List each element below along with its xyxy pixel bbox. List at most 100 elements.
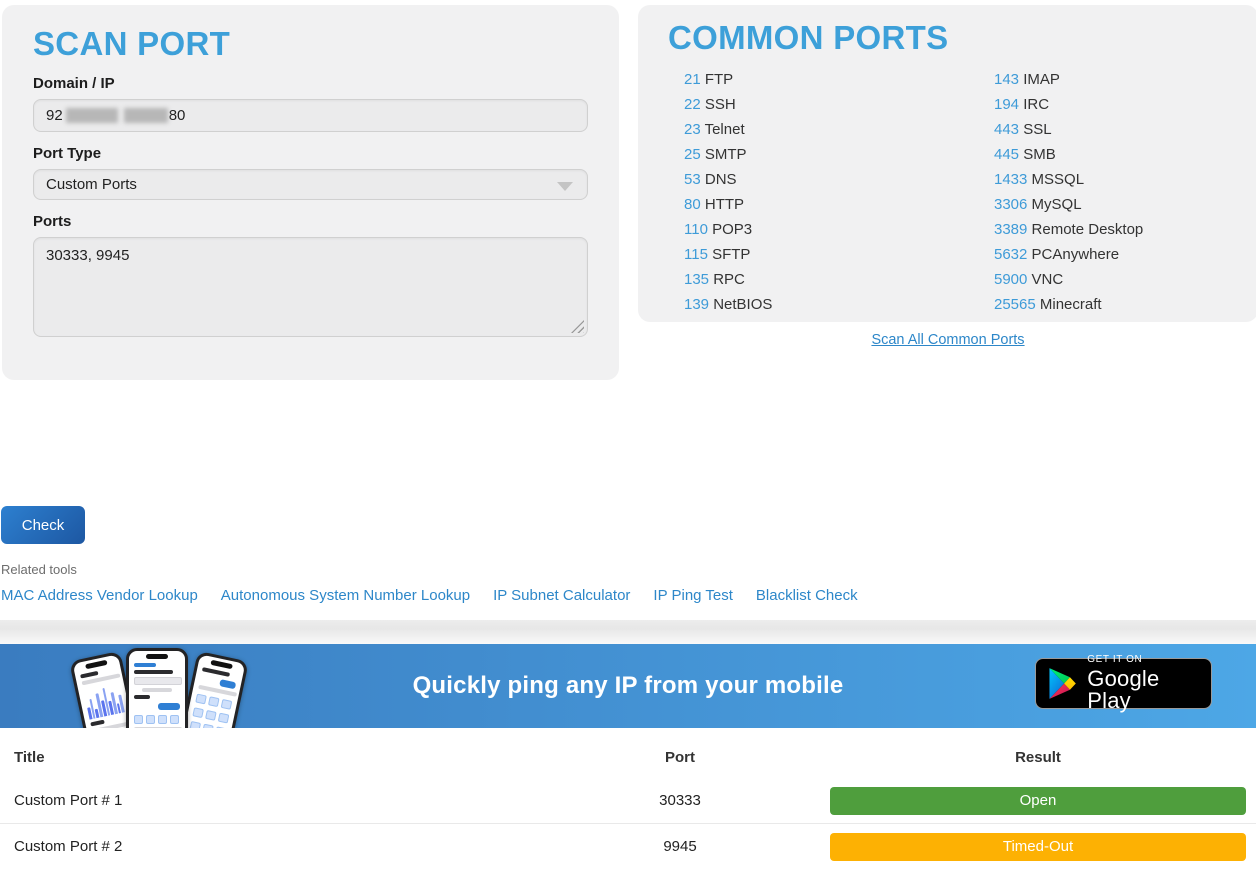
mobile-app-banner: Quickly ping any IP from your mobile <box>0 644 1256 728</box>
common-port-number-link[interactable]: 25565 <box>994 296 1036 313</box>
domain-ip-value-suffix: 80 <box>169 100 186 131</box>
common-port-name: HTTP <box>705 196 744 213</box>
related-tools-label: Related tools <box>1 562 77 577</box>
common-port-item: 445 SMB <box>994 142 1228 167</box>
common-port-number-link[interactable]: 3389 <box>994 221 1027 238</box>
common-port-item: 1433 MSSQL <box>994 167 1228 192</box>
common-port-name: SFTP <box>712 246 750 263</box>
common-port-number-link[interactable]: 5900 <box>994 271 1027 288</box>
domain-ip-value-prefix: 92 <box>46 100 63 131</box>
common-port-number-link[interactable]: 80 <box>684 196 701 213</box>
common-ports-column-2: 143 IMAP194 IRC443 SSL445 SMB1433 MSSQL3… <box>948 67 1228 317</box>
common-port-item: 194 IRC <box>994 92 1228 117</box>
badge-google-play: Google Play <box>1087 668 1199 712</box>
row-port: 9945 <box>620 833 740 861</box>
redacted-block <box>66 108 118 123</box>
results-table: Title Port Result Custom Port # 1 30333 … <box>0 737 1256 875</box>
common-port-item: 25 SMTP <box>684 142 948 167</box>
common-port-number-link[interactable]: 3306 <box>994 196 1027 213</box>
common-port-name: MySQL <box>1032 196 1082 213</box>
common-port-number-link[interactable]: 139 <box>684 296 709 313</box>
domain-ip-input[interactable]: 92 80 <box>33 99 588 132</box>
scan-port-title: SCAN PORT <box>33 25 588 63</box>
port-type-selected-value: Custom Ports <box>46 169 137 200</box>
resize-grip-icon[interactable] <box>571 320 584 333</box>
related-tool-link[interactable]: IP Subnet Calculator <box>493 587 630 604</box>
related-tools-links: MAC Address Vendor Lookup Autonomous Syst… <box>1 587 858 604</box>
common-port-number-link[interactable]: 143 <box>994 71 1019 88</box>
row-divider <box>0 823 1256 824</box>
common-port-number-link[interactable]: 5632 <box>994 246 1027 263</box>
common-ports-title: COMMON PORTS <box>668 19 1228 57</box>
common-port-name: SSH <box>705 96 736 113</box>
common-port-number-link[interactable]: 23 <box>684 121 701 138</box>
related-tool-link[interactable]: Autonomous System Number Lookup <box>221 587 470 604</box>
phone-notch <box>210 660 233 669</box>
common-port-number-link[interactable]: 53 <box>684 171 701 188</box>
common-port-name: NetBIOS <box>713 296 772 313</box>
common-port-number-link[interactable]: 22 <box>684 96 701 113</box>
status-badge: Timed-Out <box>830 833 1246 861</box>
common-port-item: 3389 Remote Desktop <box>994 217 1228 242</box>
row-title: Custom Port # 2 <box>14 833 122 861</box>
port-type-select[interactable]: Custom Ports <box>33 169 588 200</box>
common-port-item: 135 RPC <box>684 267 948 292</box>
domain-ip-label: Domain / IP <box>33 75 588 92</box>
common-port-number-link[interactable]: 135 <box>684 271 709 288</box>
related-tool-link[interactable]: IP Ping Test <box>653 587 733 604</box>
common-port-number-link[interactable]: 194 <box>994 96 1019 113</box>
common-port-name: Remote Desktop <box>1032 221 1144 238</box>
common-port-number-link[interactable]: 445 <box>994 146 1019 163</box>
common-ports-card: COMMON PORTS 21 FTP22 SSH23 Telnet25 SMT… <box>638 5 1256 322</box>
related-tool-link[interactable]: MAC Address Vendor Lookup <box>1 587 198 604</box>
common-port-name: DNS <box>705 171 737 188</box>
page: SCAN PORT Domain / IP 92 80 Port Type Cus… <box>0 0 1256 875</box>
common-port-item: 115 SFTP <box>684 242 948 267</box>
common-port-name: MSSQL <box>1032 171 1085 188</box>
common-port-number-link[interactable]: 443 <box>994 121 1019 138</box>
common-port-item: 3306 MySQL <box>994 192 1228 217</box>
google-play-badge[interactable]: GET IT ON Google Play <box>1035 658 1212 709</box>
common-port-name: VNC <box>1032 271 1064 288</box>
common-ports-list: 21 FTP22 SSH23 Telnet25 SMTP53 DNS80 HTT… <box>668 67 1228 317</box>
scan-all-common-ports-link[interactable]: Scan All Common Ports <box>871 332 1024 348</box>
phone-mockup-dns <box>126 648 188 728</box>
common-port-number-link[interactable]: 25 <box>684 146 701 163</box>
common-port-number-link[interactable]: 110 <box>684 221 708 238</box>
common-port-item: 22 SSH <box>684 92 948 117</box>
common-port-item: 23 Telnet <box>684 117 948 142</box>
related-tool-link[interactable]: Blacklist Check <box>756 587 858 604</box>
common-port-name: FTP <box>705 71 733 88</box>
check-button[interactable]: Check <box>1 506 85 544</box>
common-port-item: 21 FTP <box>684 67 948 92</box>
status-badge: Open <box>830 787 1246 815</box>
google-play-icon <box>1048 666 1077 701</box>
common-port-item: 80 HTTP <box>684 192 948 217</box>
common-port-name: SMB <box>1023 146 1056 163</box>
common-port-name: SSL <box>1023 121 1051 138</box>
phone-notch <box>146 654 168 659</box>
col-header-port: Port <box>620 749 740 766</box>
ports-textarea[interactable]: 30333, 9945 <box>33 237 588 337</box>
common-port-number-link[interactable]: 21 <box>684 71 701 88</box>
port-type-label: Port Type <box>33 145 588 162</box>
col-header-title: Title <box>14 749 45 766</box>
common-port-item: 53 DNS <box>684 167 948 192</box>
scan-port-card: SCAN PORT Domain / IP 92 80 Port Type Cus… <box>2 5 619 380</box>
common-port-name: SMTP <box>705 146 747 163</box>
col-header-result: Result <box>830 749 1246 766</box>
common-port-item: 5632 PCAnywhere <box>994 242 1228 267</box>
ports-label: Ports <box>33 213 588 230</box>
common-port-number-link[interactable]: 115 <box>684 246 708 263</box>
common-ports-column-1: 21 FTP22 SSH23 Telnet25 SMTP53 DNS80 HTT… <box>668 67 948 317</box>
row-port: 30333 <box>620 787 740 815</box>
section-divider <box>0 620 1256 644</box>
common-port-name: IMAP <box>1023 71 1060 88</box>
row-title: Custom Port # 1 <box>14 787 122 815</box>
redacted-block <box>124 108 168 123</box>
common-port-item: 25565 Minecraft <box>994 292 1228 317</box>
common-port-number-link[interactable]: 1433 <box>994 171 1027 188</box>
common-port-name: IRC <box>1023 96 1049 113</box>
scan-all-common-ports: Scan All Common Ports <box>638 331 1256 349</box>
common-port-name: POP3 <box>712 221 752 238</box>
